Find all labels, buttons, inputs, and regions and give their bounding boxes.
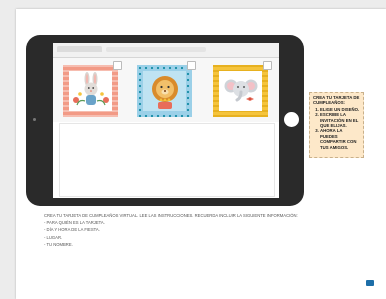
page-badge-icon[interactable] (366, 280, 374, 286)
activity-instructions: CREA TU TARJETA DE CUMPLEAÑOS VIRTUAL. L… (44, 212, 364, 248)
instructions-item: - TU NOMBRE. (44, 241, 73, 247)
card-image-area (69, 71, 112, 111)
sticky-title: CREA TU TARJETA DE CUMPLEAÑOS: (313, 95, 360, 106)
instructions-sticky-note: CREA TU TARJETA DE CUMPLEAÑOS: ELIGE UN … (309, 92, 364, 158)
design-card-elephant[interactable] (213, 61, 272, 117)
tablet-device (26, 35, 304, 206)
sticky-step: AHORA LA PUEDES COMPARTIR CON TUS AMIGOS… (320, 128, 360, 150)
tablet-camera (33, 118, 36, 121)
instructions-item: - LUGAR. (44, 234, 63, 240)
instructions-item: - PARA QUIÉN ES LA TARJETA. (44, 220, 105, 226)
sticky-step: ESCRIBE LA INVITACIÓN EN EL QUE ELIJAS. (320, 112, 360, 128)
card-image-area (219, 71, 262, 111)
sticky-steps: ELIGE UN DISEÑO. ESCRIBE LA INVITACIÓN E… (313, 107, 360, 150)
card-editor-area[interactable] (59, 123, 275, 197)
instructions-item: - DÍA Y HORA DE LA FIESTA. (44, 227, 100, 233)
bunny-icon (72, 72, 109, 106)
design-thumbnails (53, 58, 279, 122)
instructions-intro: CREA TU TARJETA DE CUMPLEAÑOS VIRTUAL. L… (44, 213, 298, 218)
card-select-checkbox[interactable] (113, 61, 122, 70)
instructions-list: - PARA QUIÉN ES LA TARJETA. - DÍA Y HORA… (44, 219, 364, 248)
card-select-checkbox[interactable] (187, 61, 196, 70)
browser-address-bar[interactable] (106, 47, 206, 52)
browser-toolbar (53, 43, 279, 58)
card-select-checkbox[interactable] (263, 61, 272, 70)
lion-icon (151, 76, 178, 109)
tablet-home-button[interactable] (284, 112, 299, 127)
design-card-lion[interactable] (137, 61, 196, 117)
tablet-screen (53, 43, 279, 198)
card-image-area (143, 71, 186, 111)
browser-tab[interactable] (57, 46, 102, 52)
design-card-bunny[interactable] (63, 61, 122, 117)
elephant-icon (224, 79, 257, 102)
